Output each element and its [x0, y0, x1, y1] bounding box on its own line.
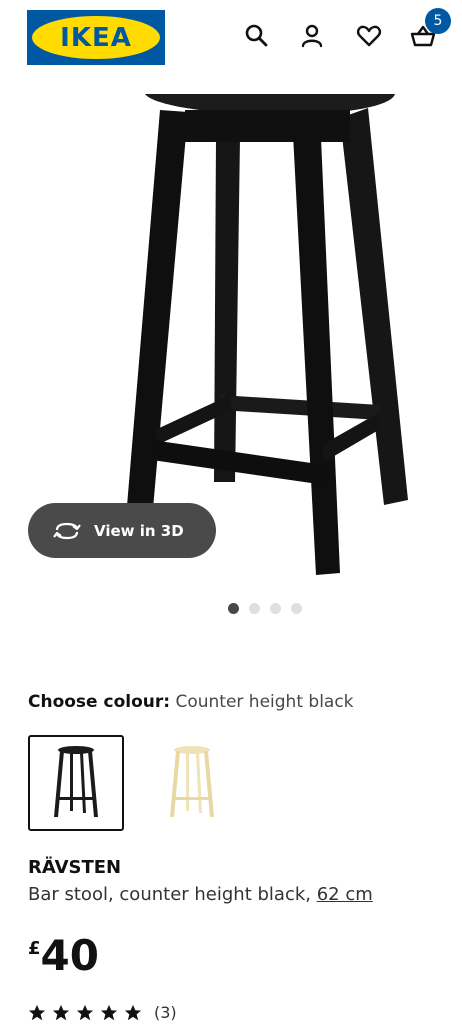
view-in-3d-button[interactable]: View in 3D — [28, 503, 216, 558]
colour-swatch-natural[interactable] — [144, 735, 240, 831]
choose-colour-label: Choose colour: — [28, 692, 171, 712]
star-icon — [76, 1004, 94, 1020]
selected-colour: Counter height black — [175, 692, 354, 712]
gallery-dot[interactable] — [228, 603, 239, 614]
colour-swatches — [28, 735, 240, 831]
product-name: RÄVSTEN — [28, 857, 122, 878]
star-icon — [28, 1004, 46, 1020]
view-in-3d-label: View in 3D — [94, 521, 184, 540]
cart-count-badge: 5 — [425, 8, 451, 34]
heart-icon[interactable] — [355, 22, 383, 50]
description-text: Bar stool, counter height black, — [28, 884, 311, 905]
gallery-dot[interactable] — [270, 603, 281, 614]
product-description: Bar stool, counter height black, 62 cm — [28, 884, 373, 905]
product-price: £ 40 — [28, 932, 99, 980]
star-icon — [52, 1004, 70, 1020]
top-header: IKEA 5 — [0, 0, 462, 80]
gallery-pagination — [228, 603, 302, 614]
review-count: (3) — [154, 1003, 177, 1022]
star-icon — [124, 1004, 142, 1020]
user-icon[interactable] — [298, 22, 326, 50]
choose-colour: Choose colour: Counter height black — [28, 692, 354, 712]
gallery-dot[interactable] — [291, 603, 302, 614]
rotate-3d-icon — [53, 522, 81, 539]
size-link[interactable]: 62 cm — [317, 884, 373, 905]
star-icon — [100, 1004, 118, 1020]
logo-text: IKEA — [60, 22, 132, 53]
gallery-dot[interactable] — [249, 603, 260, 614]
price-currency: £ — [28, 938, 41, 959]
search-icon[interactable] — [243, 22, 271, 50]
ikea-logo[interactable]: IKEA — [27, 10, 165, 65]
price-amount: 40 — [40, 931, 99, 980]
logo-oval: IKEA — [32, 16, 160, 59]
product-rating[interactable]: (3) — [28, 1003, 177, 1022]
colour-swatch-black[interactable] — [28, 735, 124, 831]
